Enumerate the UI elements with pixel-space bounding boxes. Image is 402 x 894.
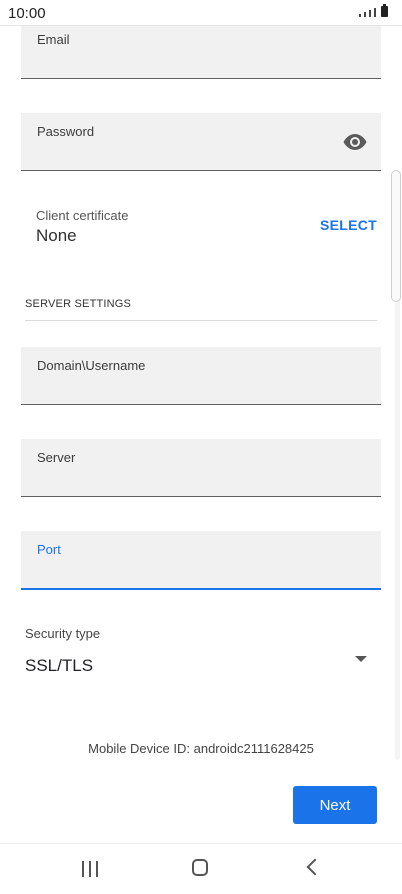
signal-icon: [369, 10, 371, 17]
section-divider: [25, 320, 377, 321]
home-icon[interactable]: [192, 859, 208, 876]
signal-icon: [359, 14, 361, 17]
scrollbar-thumb[interactable]: [391, 170, 401, 302]
signal-icon: [374, 8, 376, 17]
status-bar: 10:00: [0, 0, 402, 26]
client-certificate-label: Client certificate: [36, 208, 129, 223]
password-field[interactable]: Password: [21, 113, 381, 171]
port-field[interactable]: Port: [21, 531, 381, 590]
navigation-bar: [0, 843, 402, 894]
security-type-label: Security type: [25, 626, 101, 641]
server-settings-header: SERVER SETTINGS: [25, 298, 132, 310]
server-field[interactable]: Server: [21, 439, 381, 497]
domain-username-label: Domain\Username: [37, 358, 146, 373]
battery-icon: [381, 4, 388, 17]
eye-icon[interactable]: [343, 133, 367, 151]
back-icon[interactable]: [306, 858, 324, 876]
client-certificate-value: None: [36, 226, 77, 245]
status-time: 10:00: [8, 5, 46, 22]
signal-icon: [364, 12, 366, 17]
status-icons: [359, 4, 388, 17]
select-certificate-button[interactable]: SELECT: [320, 217, 377, 233]
port-label: Port: [37, 542, 61, 557]
next-button[interactable]: Next: [293, 786, 377, 824]
recents-icon[interactable]: [82, 861, 98, 877]
security-type-select[interactable]: SSL/TLS: [25, 656, 93, 676]
email-label: Email: [37, 32, 70, 47]
server-label: Server: [37, 450, 76, 465]
password-label: Password: [37, 124, 95, 139]
mobile-device-id: Mobile Device ID: androidc2111628425: [88, 741, 314, 756]
domain-username-field[interactable]: Domain\Username: [21, 347, 381, 405]
caret-down-icon[interactable]: [355, 656, 367, 662]
